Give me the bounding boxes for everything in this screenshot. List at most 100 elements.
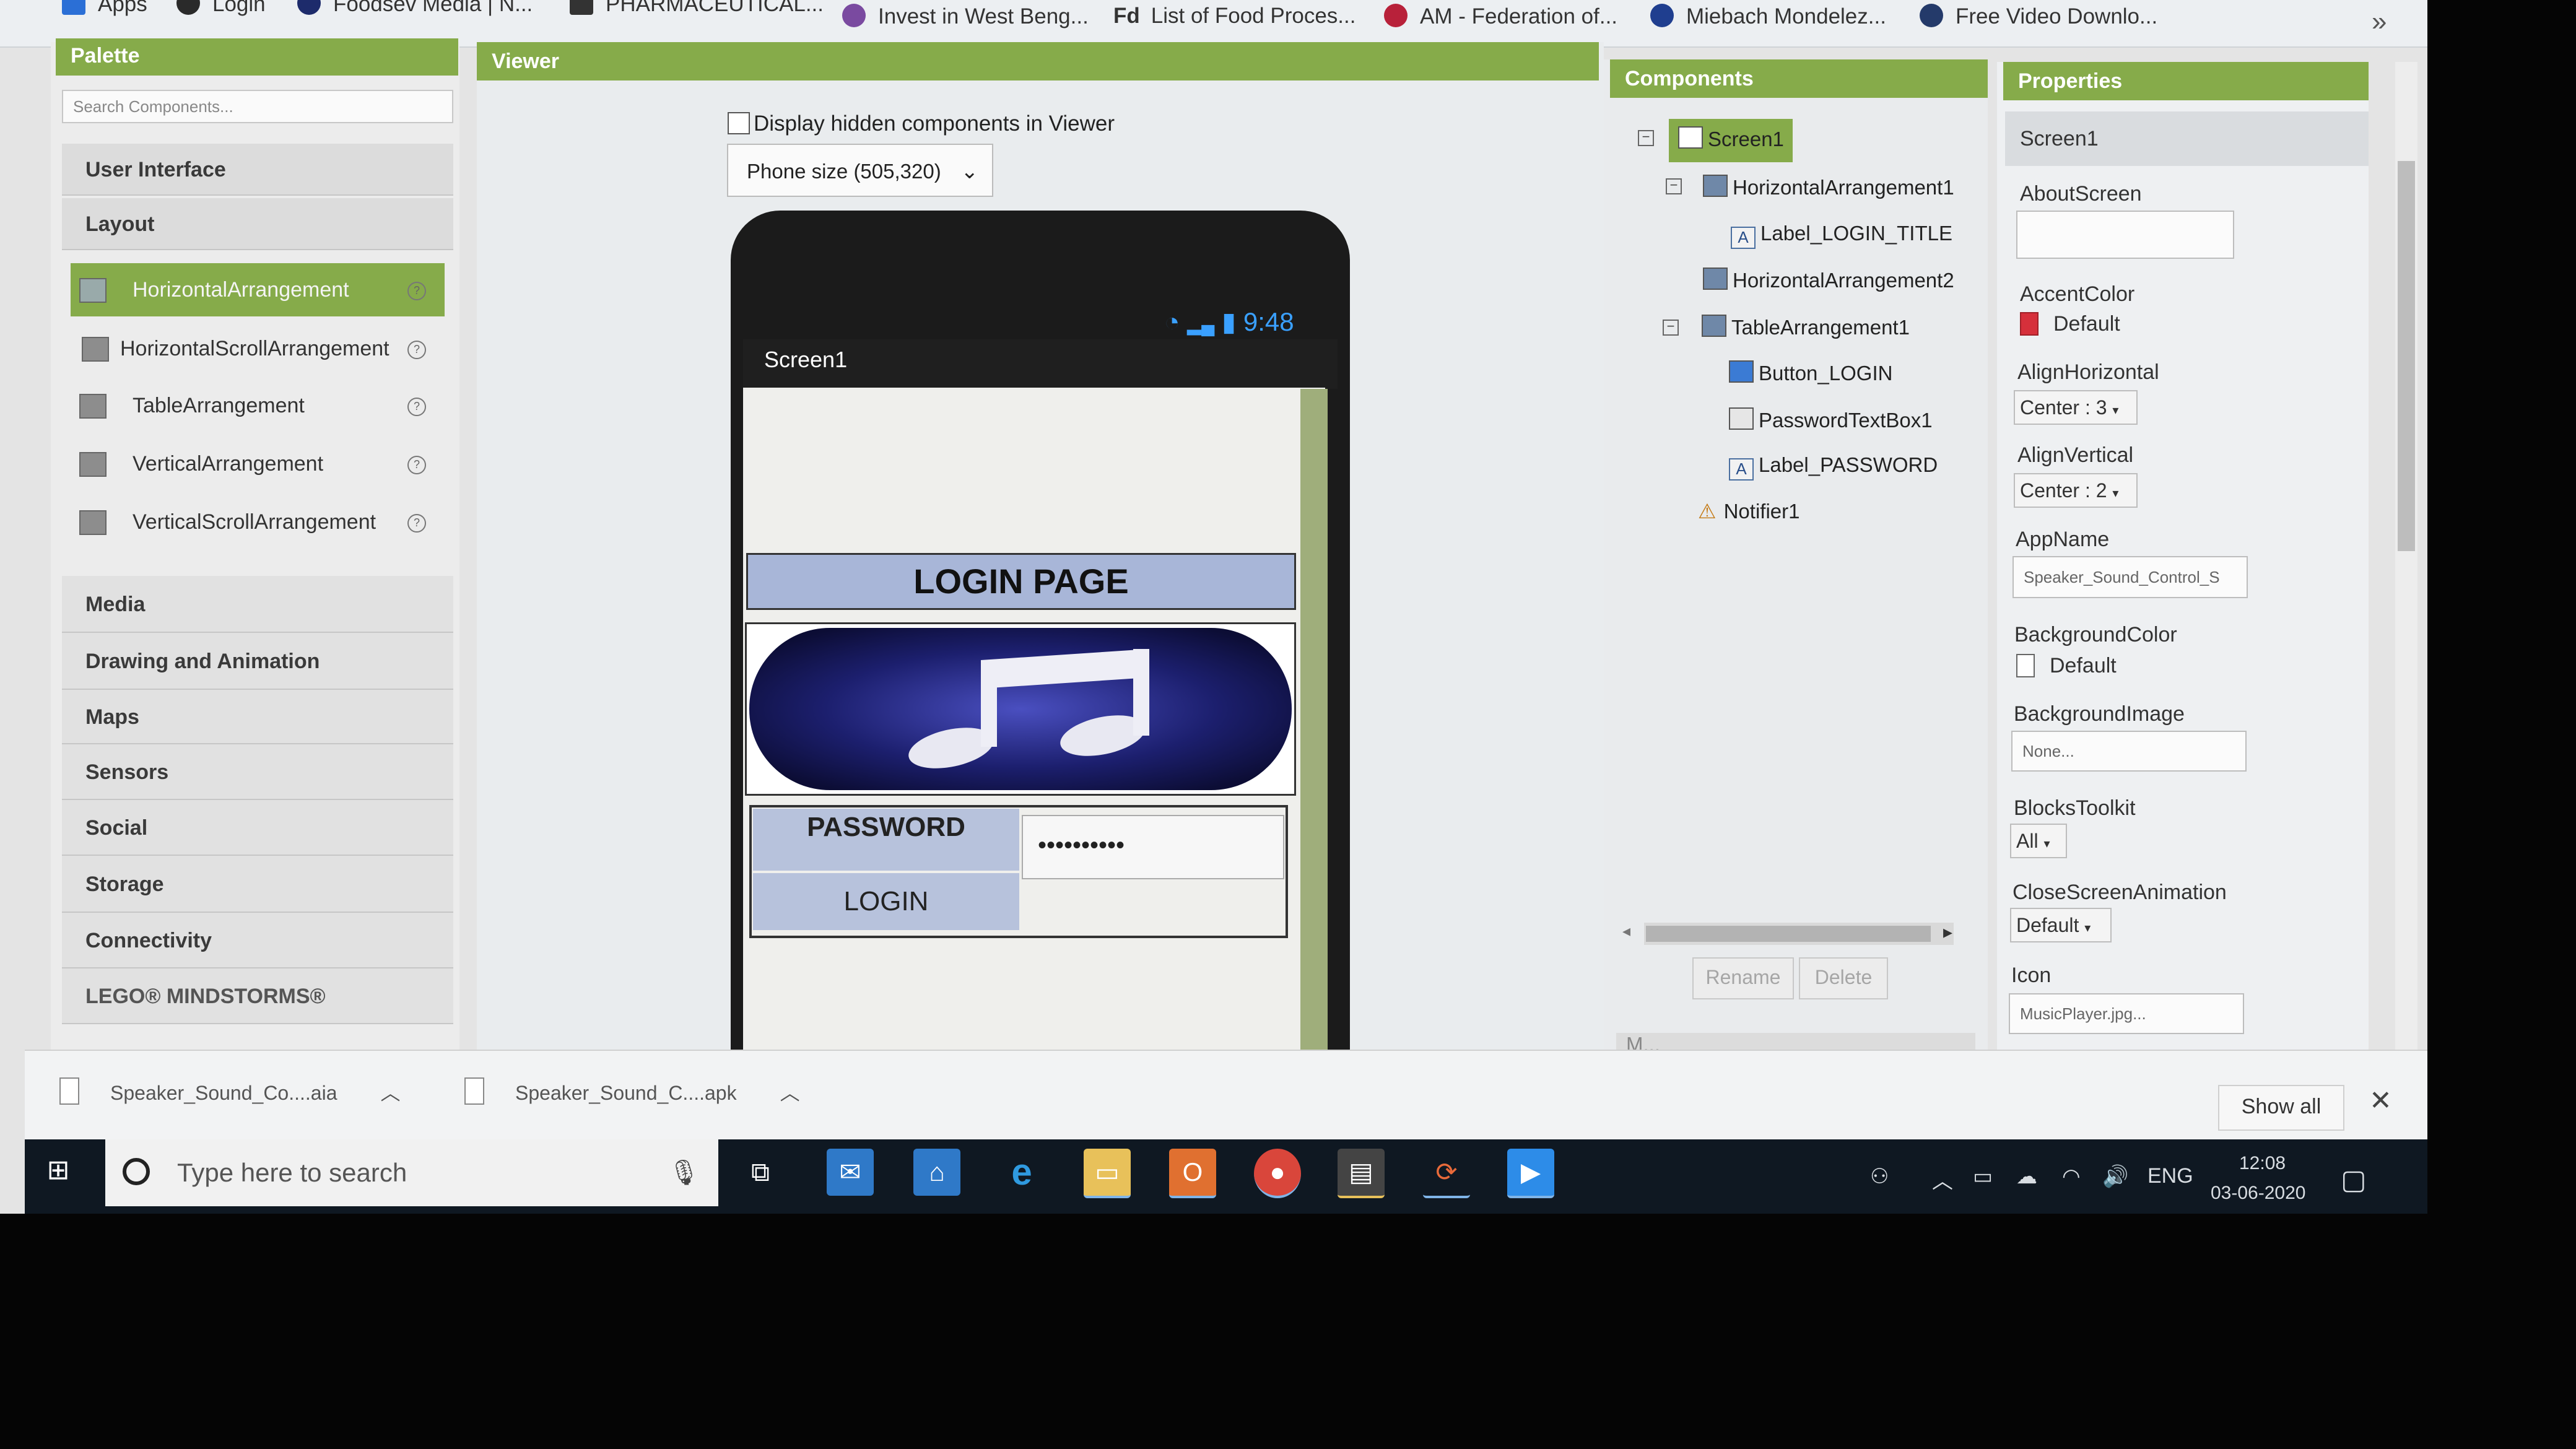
task-view-icon[interactable]: ⧉ xyxy=(737,1149,784,1196)
tree-node-table-arrangement1[interactable]: TableArrangement1 xyxy=(1702,315,1910,339)
bookmark-pharmaceutical[interactable]: PHARMACEUTICAL... xyxy=(570,0,824,17)
components-hscrollbar[interactable] xyxy=(1644,923,1954,945)
notifications-icon[interactable]: ▢ xyxy=(2341,1164,2367,1196)
category-media[interactable]: Media xyxy=(62,576,453,633)
chevron-up-icon[interactable]: ︿ xyxy=(1932,1164,1953,1194)
edge-icon[interactable]: e xyxy=(998,1149,1045,1196)
tree-node-label-login-title[interactable]: A Label_LOGIN_TITLE xyxy=(1731,222,1952,249)
delete-button[interactable]: Delete xyxy=(1799,957,1888,999)
collapse-icon[interactable]: − xyxy=(1666,178,1682,194)
bookmark-am-federation[interactable]: AM - Federation of... xyxy=(1384,4,1617,29)
rename-button[interactable]: Rename xyxy=(1692,957,1794,999)
bookmark-food-processing[interactable]: Fd List of Food Proces... xyxy=(1113,4,1355,28)
scroll-thumb[interactable] xyxy=(1646,926,1931,942)
sync-app-icon[interactable]: ⟳ xyxy=(1423,1149,1470,1198)
search-components-input[interactable]: Search Components... xyxy=(62,90,453,123)
about-screen-textarea[interactable] xyxy=(2016,211,2234,259)
bookmark-miebach[interactable]: Miebach Mondelez... xyxy=(1650,4,1886,29)
login-button[interactable]: LOGIN xyxy=(753,873,1019,930)
battery-icon[interactable]: ▭ xyxy=(1973,1164,1993,1189)
chevron-up-icon[interactable]: ︿ xyxy=(780,1082,800,1104)
mail-icon[interactable]: ✉ xyxy=(827,1149,874,1196)
login-title-label[interactable]: LOGIN PAGE xyxy=(746,553,1296,610)
accent-color-picker[interactable]: Default xyxy=(2020,312,2120,336)
close-icon[interactable]: ✕ xyxy=(2369,1085,2392,1116)
close-screen-animation-select[interactable]: Default ▾ xyxy=(2010,908,2112,942)
video-editor-icon[interactable]: ▤ xyxy=(1338,1149,1385,1198)
blocks-toolkit-select[interactable]: All ▾ xyxy=(2010,824,2067,858)
category-drawing-animation[interactable]: Drawing and Animation xyxy=(62,633,453,690)
bookmark-login[interactable]: Login xyxy=(176,0,266,17)
music-image[interactable] xyxy=(745,622,1296,796)
palette-item-vertical-arrangement[interactable]: VerticalArrangement ? xyxy=(71,437,445,490)
tree-node-label-password[interactable]: A Label_PASSWORD xyxy=(1729,453,1938,481)
download-item-apk[interactable]: Speaker_Sound_C....apk ︿ xyxy=(464,1077,800,1106)
wifi-icon[interactable]: ◠ xyxy=(2062,1164,2081,1189)
outlook-icon[interactable]: O xyxy=(1169,1149,1216,1198)
collapse-icon[interactable]: − xyxy=(1663,320,1679,336)
collapse-icon[interactable]: − xyxy=(1638,130,1654,146)
tree-node-password-textbox1[interactable]: PasswordTextBox1 xyxy=(1729,407,1933,432)
bookmark-free-video[interactable]: Free Video Downlo... xyxy=(1920,4,2157,29)
tree-node-button-login[interactable]: Button_LOGIN xyxy=(1729,360,1892,385)
tree-node-horizontal-arrangement2[interactable]: HorizontalArrangement2 xyxy=(1703,268,1954,292)
align-horizontal-select[interactable]: Center : 3 ▾ xyxy=(2014,390,2138,425)
scroll-left-icon[interactable]: ◂ xyxy=(1622,921,1630,941)
help-icon[interactable]: ? xyxy=(407,282,426,300)
tree-node-screen1[interactable]: Screen1 xyxy=(1678,126,1784,151)
bookmark-invest-west-bengal[interactable]: Invest in West Beng... xyxy=(842,4,1089,29)
store-icon[interactable]: ⌂ xyxy=(913,1149,960,1196)
file-explorer-icon[interactable]: ▭ xyxy=(1084,1149,1131,1198)
chrome-icon[interactable]: ● xyxy=(1254,1149,1301,1198)
category-connectivity[interactable]: Connectivity xyxy=(62,913,453,968)
category-layout[interactable]: Layout xyxy=(62,198,453,250)
taskbar-search-input[interactable]: Type here to search 🎙 xyxy=(105,1139,718,1206)
scroll-right-icon[interactable]: ▸ xyxy=(1943,921,1952,943)
phone-size-select[interactable]: Phone size (505,320) ⌄ xyxy=(727,144,993,197)
palette-item-vertical-scroll-arrangement[interactable]: VerticalScrollArrangement ? xyxy=(71,495,445,549)
password-textbox[interactable]: •••••••••• xyxy=(1022,815,1284,879)
help-icon[interactable]: ? xyxy=(407,398,426,416)
language-indicator[interactable]: ENG xyxy=(2147,1164,2193,1188)
background-color-picker[interactable]: Default xyxy=(2016,654,2117,678)
bookmark-foodsev[interactable]: Foodsev Media | N... xyxy=(297,0,533,17)
help-icon[interactable]: ? xyxy=(407,514,426,533)
palette-item-horizontal-scroll-arrangement[interactable]: HorizontalScrollArrangement ? xyxy=(71,322,445,375)
bookmark-apps[interactable]: Apps xyxy=(62,0,147,17)
microphone-icon[interactable]: 🎙 xyxy=(668,1139,700,1206)
zoom-icon[interactable]: ▶ xyxy=(1507,1149,1554,1198)
tree-node-horizontal-arrangement1[interactable]: HorizontalArrangement1 xyxy=(1703,175,1954,199)
category-social[interactable]: Social xyxy=(62,800,453,856)
more-bookmarks-icon[interactable]: » xyxy=(2372,6,2387,37)
show-all-button[interactable]: Show all xyxy=(2218,1085,2344,1131)
onedrive-icon[interactable]: ☁ xyxy=(2016,1164,2037,1189)
clock-time[interactable]: 12:08 xyxy=(2239,1153,2286,1174)
viewer-scrollbar[interactable] xyxy=(1300,389,1328,1051)
checkbox[interactable] xyxy=(728,112,750,134)
app-name-input[interactable]: Speaker_Sound_Control_S xyxy=(2012,556,2248,598)
download-item-aia[interactable]: Speaker_Sound_Co....aia ︿ xyxy=(59,1077,401,1106)
chevron-up-icon[interactable]: ︿ xyxy=(380,1082,400,1104)
align-vertical-select[interactable]: Center : 2 ▾ xyxy=(2014,473,2138,508)
scroll-thumb[interactable] xyxy=(2398,161,2415,551)
help-icon[interactable]: ? xyxy=(407,341,426,359)
category-sensors[interactable]: Sensors xyxy=(62,744,453,800)
palette-item-horizontal-arrangement[interactable]: HorizontalArrangement ? xyxy=(71,263,445,316)
palette-item-table-arrangement[interactable]: TableArrangement ? xyxy=(71,379,445,432)
tree-node-notifier1[interactable]: ⚠ Notifier1 xyxy=(1698,499,1799,523)
windows-start-icon[interactable]: ⊞ xyxy=(40,1152,77,1189)
category-storage[interactable]: Storage xyxy=(62,856,453,913)
help-icon[interactable]: ? xyxy=(407,456,426,474)
clock-date[interactable]: 03-06-2020 xyxy=(2211,1183,2305,1204)
volume-icon[interactable]: 🔊 xyxy=(2102,1164,2128,1189)
category-lego-mindstorms[interactable]: LEGO® MINDSTORMS® xyxy=(62,968,453,1024)
icon-picker[interactable]: MusicPlayer.jpg... xyxy=(2009,993,2244,1034)
password-label[interactable]: PASSWORD xyxy=(753,809,1019,871)
display-hidden-checkbox[interactable]: Display hidden components in Viewer xyxy=(728,111,1115,136)
category-user-interface[interactable]: User Interface xyxy=(62,144,453,196)
people-icon[interactable]: ⚇ xyxy=(1870,1164,1889,1189)
pharma-icon xyxy=(570,0,593,15)
background-image-picker[interactable]: None... xyxy=(2011,731,2247,772)
properties-scrollbar[interactable] xyxy=(2395,62,2417,1053)
category-maps[interactable]: Maps xyxy=(62,690,453,744)
